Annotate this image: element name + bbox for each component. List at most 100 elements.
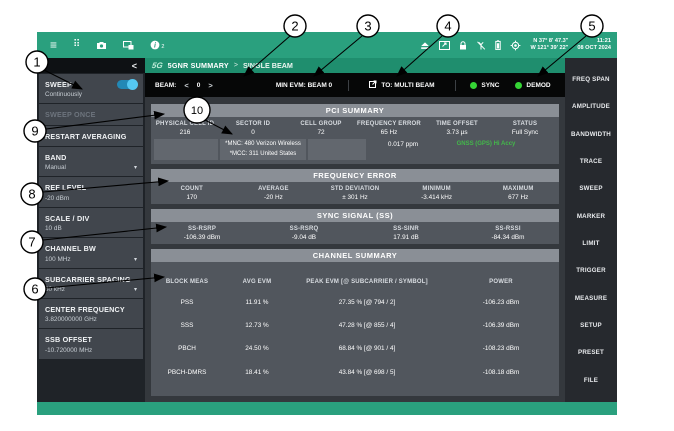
column-header: TIME OFFSET [423,117,491,127]
menu-item-marker[interactable]: MARKER [565,203,617,230]
menu-item-bandwidth[interactable]: BANDWIDTH [565,121,617,148]
beam-next-button[interactable]: > [208,81,212,90]
channel-bw-label: CHANNEL BW [45,244,137,253]
channel-bw-value: 100 MHz [45,256,71,263]
gps-coordinates: N 37° 8' 47.3" W 121° 39' 22" [530,38,568,52]
column-header: PHYSICAL CELL ID [151,117,219,127]
min-evm-readout: MIN EVM: BEAM 0 [260,82,348,89]
column-header: COUNT [151,182,233,192]
pci-summary-header: PCI SUMMARY [151,104,559,117]
sweep-toggle[interactable] [117,80,137,89]
antenna-off-icon[interactable] [476,41,486,50]
peak-evm-value: 68.84 % [@ 901 / 4] [291,343,443,355]
status-indicators: SYNC DEMOD [456,82,565,89]
ssb-offset-setting[interactable]: SSB OFFSET -10.720000 MHz [39,329,143,358]
count-value: 170 [151,192,233,204]
physical-cell-id-value: 216 [151,127,219,139]
column-header: MINIMUM [396,182,478,192]
table-row: PBCH 24.50 % 68.84 % [@ 901 / 4] -108.23… [151,343,559,355]
table-row: PSS 11.91 % 27.35 % [@ 794 / 2] -106.23 … [151,297,559,309]
demod-indicator: DEMOD [515,82,550,89]
menu-icon[interactable]: ≡ [50,39,57,51]
column-header: MAXIMUM [477,182,559,192]
power-value: -108.23 dBm [443,343,559,355]
column-header: POWER [443,275,559,285]
beam-control-bar: BEAM: < 0 > MIN EVM: BEAM 0 TO: MULTI BE… [145,73,565,97]
column-header: STD DEVIATION [314,182,396,192]
info-icon[interactable]: i 2 [150,39,164,51]
date-value: 08 OCT 2024 [577,45,611,51]
maximum-value: 677 Hz [477,192,559,204]
column-header: SS-SINR [355,222,457,232]
beam-number-value: 0 [197,82,201,89]
external-display-icon[interactable] [439,41,450,50]
battery-icon[interactable] [495,40,501,50]
menu-item-sweep[interactable]: SWEEP [565,175,617,202]
peak-evm-value: 43.84 % [@ 698 / 5] [291,367,443,379]
band-setting[interactable]: BAND Manual ▾ [39,147,143,176]
menu-item-trace[interactable]: TRACE [565,148,617,175]
column-header: SS-RSRP [151,222,253,232]
to-multibeam-label: TO: MULTI BEAM [381,82,434,89]
channel-summary-section: CHANNEL SUMMARY BLOCK MEAS AVG EVM PEAK … [151,249,559,396]
sync-indicator: SYNC [470,82,499,89]
scale-div-value: 10 dB [45,225,62,232]
frequency-error-ppm-value: 0.017 ppm [368,139,438,148]
channel-bw-setting[interactable]: CHANNEL BW 100 MHz ▾ [39,238,143,267]
menu-item-measure[interactable]: MEASURE [565,285,617,312]
column-header: SS-RSSI [457,222,559,232]
channel-summary-header: CHANNEL SUMMARY [151,249,559,262]
to-multibeam-button[interactable]: TO: MULTI BEAM [349,80,455,90]
sidebar-collapse-button[interactable]: < [37,58,145,73]
lock-icon[interactable] [459,41,467,50]
peak-evm-value: 27.35 % [@ 794 / 2] [291,297,443,309]
menu-item-trigger[interactable]: TRIGGER [565,257,617,284]
column-header: SECTOR ID [219,117,287,127]
power-value: -108.18 dBm [443,367,559,379]
svg-text:7: 7 [28,235,35,250]
block-name: PSS [151,297,223,309]
external-link-icon [369,80,377,90]
center-frequency-setting[interactable]: CENTER FREQUENCY 3.820000000 GHz [39,299,143,328]
demod-status-dot [515,82,522,89]
frequency-error-value: 65 Hz [355,127,423,139]
menu-item-preset[interactable]: PRESET [565,339,617,366]
chevron-down-icon: ▾ [134,286,137,293]
menu-item-freq-span[interactable]: FREQ SPAN [565,66,617,93]
time-value: 11:21 [597,38,611,44]
menu-item-limit[interactable]: LIMIT [565,230,617,257]
apps-grid-icon[interactable]: ⠿ [73,40,80,50]
right-function-menu: FREQ SPAN AMPLITUDE BANDWIDTH TRACE SWEE… [565,58,617,402]
sync-status-dot [470,82,477,89]
sweep-setting[interactable]: SWEEP Continuously [39,74,143,103]
cell-group-value: 72 [287,127,355,139]
beam-prev-button[interactable]: < [184,81,188,90]
scale-div-setting[interactable]: SCALE / DIV 10 dB [39,208,143,237]
eject-icon[interactable] [420,41,430,50]
menu-item-amplitude[interactable]: AMPLITUDE [565,93,617,120]
measurement-title: 5GNR SUMMARY [168,61,229,70]
column-header: FREQUENCY ERROR [355,117,423,127]
restart-averaging-button[interactable]: RESTART AVERAGING [39,126,143,146]
ss-rsrp-value: -106.39 dBm [151,232,253,244]
system-bar-right: N 37° 8' 47.3" W 121° 39' 22" 11:21 08 O… [420,38,617,52]
gps-icon[interactable] [510,40,521,51]
column-header: AVERAGE [233,182,315,192]
sweep-mode-value: Continuously [45,91,82,98]
block-name: PBCH-DMRS [151,367,223,379]
display-icon[interactable] [123,41,134,50]
camera-icon[interactable] [96,41,107,50]
subcarrier-spacing-setting[interactable]: SUBCARRIER SPACING 30 kHz ▾ [39,269,143,298]
menu-item-setup[interactable]: SETUP [565,312,617,339]
chevron-down-icon: ▾ [134,256,137,263]
sweep-once-label: SWEEP ONCE [45,110,137,119]
subcarrier-spacing-label: SUBCARRIER SPACING [45,275,137,284]
ref-level-label: REF LEVEL [45,183,137,192]
block-name: SSS [151,320,223,332]
analyzer-screenshot: ≡ ⠿ i 2 [37,32,617,415]
mcc-value: *MCC: 311 United States [220,150,306,160]
menu-item-file[interactable]: FILE [565,367,617,394]
left-settings-sidebar: < SWEEP Continuously SWEEP ONCE RESTART … [37,58,145,402]
highlight-cell [154,139,218,160]
ref-level-setting[interactable]: REF LEVEL -20 dBm [39,177,143,206]
